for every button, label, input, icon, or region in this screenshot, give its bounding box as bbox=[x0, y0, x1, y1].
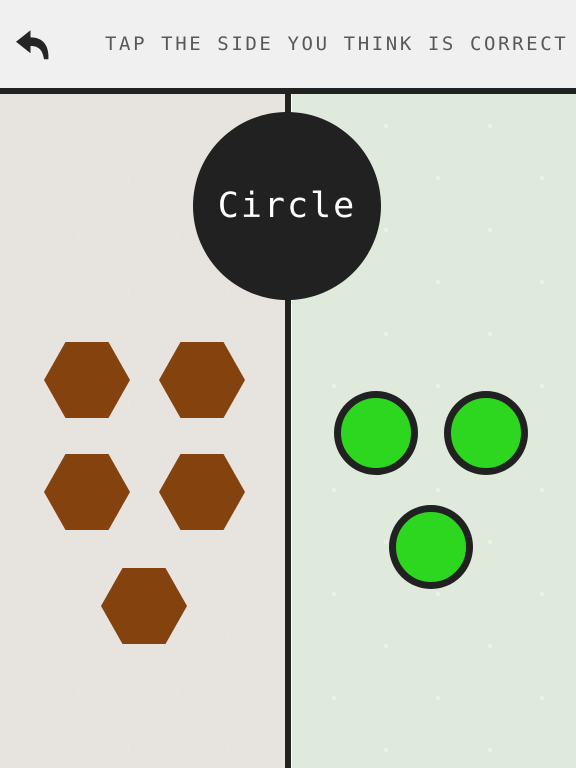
circle-shape[interactable] bbox=[334, 391, 418, 475]
game-screen: TAP THE SIDE YOU THINK IS CORRECT Circle bbox=[0, 0, 576, 768]
circle-shape[interactable] bbox=[444, 391, 528, 475]
play-field: Circle bbox=[0, 94, 576, 768]
header-bar: TAP THE SIDE YOU THINK IS CORRECT bbox=[0, 0, 576, 88]
back-arrow-icon bbox=[13, 27, 55, 63]
hexagon-shape[interactable] bbox=[159, 454, 245, 530]
hexagon-shape[interactable] bbox=[101, 568, 187, 644]
prompt-label: Circle bbox=[217, 185, 357, 226]
prompt-bubble: Circle bbox=[193, 112, 381, 300]
page-title: TAP THE SIDE YOU THINK IS CORRECT bbox=[105, 33, 569, 55]
hexagon-shape[interactable] bbox=[159, 342, 245, 418]
hexagon-shape[interactable] bbox=[44, 342, 130, 418]
hexagon-shape[interactable] bbox=[44, 454, 130, 530]
back-button[interactable] bbox=[8, 22, 60, 68]
circle-shape[interactable] bbox=[389, 505, 473, 589]
